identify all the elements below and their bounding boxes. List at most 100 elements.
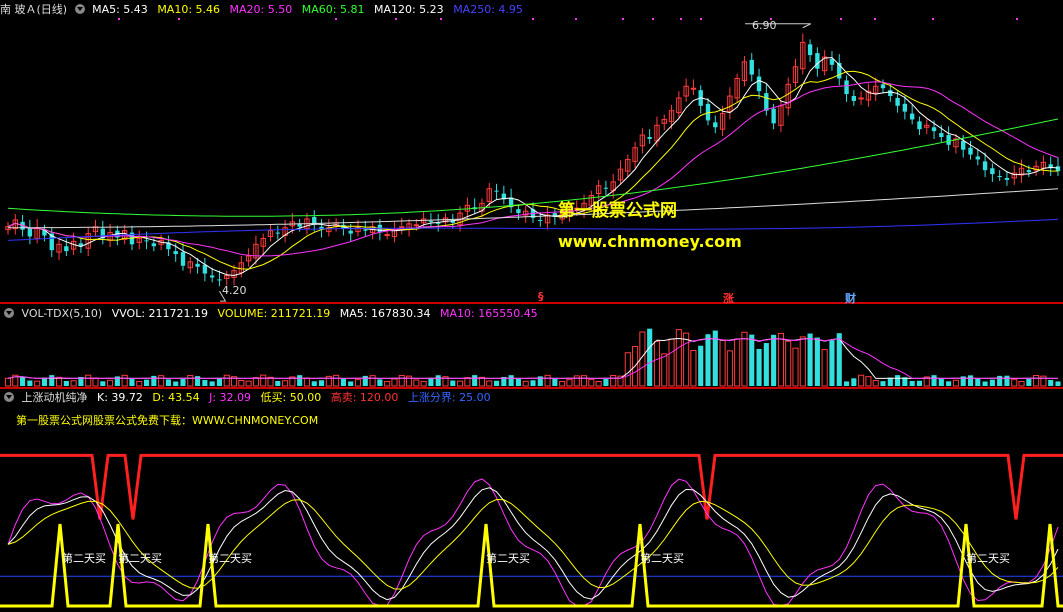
candle-body: [428, 220, 434, 222]
volume-bar: [202, 379, 208, 386]
top-dot: [622, 18, 624, 20]
volume-bar: [851, 378, 857, 386]
volume-bar: [771, 334, 777, 386]
top-dot: [118, 18, 120, 20]
volume-bar: [428, 378, 434, 386]
volume-bar: [165, 379, 171, 386]
candle-body: [946, 135, 951, 145]
candle-body: [939, 133, 944, 138]
volume-bar: [49, 375, 55, 386]
rise-boundary-value: 上涨分界: 25.00: [407, 391, 491, 404]
volume-bar: [756, 348, 762, 386]
vol-ma10-value: MA10: 165550.45: [439, 307, 538, 320]
volume-bar: [952, 379, 959, 387]
chevron-down-icon[interactable]: [4, 392, 14, 402]
candle-body: [815, 53, 820, 69]
volume-bar: [946, 381, 952, 386]
candle-body: [764, 93, 769, 111]
top-dot: [680, 18, 682, 20]
volume-bar: [405, 375, 413, 387]
ma20-line: [7, 81, 1059, 257]
volume-bar: [354, 379, 362, 387]
main-chart-title: 南 玻Ａ(日线): [0, 3, 68, 16]
volume-bar: [398, 374, 405, 387]
volume-bar: [705, 334, 711, 386]
volume-bar: [100, 381, 106, 386]
volume-bar: [1004, 375, 1010, 386]
volume-bar: [1033, 374, 1040, 387]
volume-bar: [311, 381, 317, 386]
candle-body: [895, 97, 900, 106]
signal-label: 第二天买: [118, 552, 162, 565]
volume-bar: [559, 380, 566, 387]
event-marker-finance[interactable]: 财: [845, 290, 856, 306]
volume-bar: [136, 380, 143, 387]
candle-body: [807, 44, 813, 56]
volume-bar: [895, 375, 901, 386]
volume-bar: [245, 380, 252, 387]
volume-bar: [807, 333, 813, 386]
top-dot: [932, 18, 934, 20]
volume-bar: [544, 374, 551, 387]
volume-bar: [450, 380, 456, 386]
volume-bar: [887, 377, 893, 386]
chevron-down-icon[interactable]: [4, 308, 14, 318]
top-dot: [1016, 18, 1018, 20]
volume-bar: [121, 374, 128, 387]
volume-panel-header: VOL-TDX(5,10) VVOL: 211721.19 VOLUME: 21…: [0, 306, 544, 322]
volume-bar: [610, 374, 617, 387]
d-value: D: 43.54: [152, 391, 200, 404]
ma250-value: MA250: 4.95: [453, 3, 523, 16]
signal-label: 第二天买: [640, 552, 684, 565]
low-price-label: 4.20: [222, 284, 247, 297]
event-marker-rise[interactable]: 涨: [723, 290, 734, 306]
volume-bar: [821, 349, 828, 387]
ma60-value: MA60: 5.81: [301, 3, 365, 16]
volume-bar: [566, 379, 573, 387]
ma20-value: MA20: 5.50: [229, 3, 293, 16]
volume-bar: [785, 340, 792, 387]
candle-body: [27, 227, 33, 237]
candle-body: [144, 240, 149, 242]
volume-bar: [173, 381, 179, 386]
volume-bar: [698, 345, 704, 386]
volume-bar: [814, 337, 820, 386]
ma5-line: [7, 57, 1059, 277]
candle-body: [888, 90, 893, 97]
candle-body: [275, 232, 280, 234]
candle-body: [931, 127, 937, 132]
ma5-value: MA5: 5.43: [92, 3, 148, 16]
main-panel-header: 南 玻Ａ(日线) MA5: 5.43 MA10: 5.46 MA20: 5.50…: [0, 2, 529, 18]
volume-bar: [1026, 378, 1032, 386]
volume-bar: [362, 375, 368, 386]
chevron-down-icon[interactable]: [74, 4, 85, 14]
promo-site-url: www.chnmoney.com: [558, 232, 742, 251]
high-sell-value: 高卖: 120.00: [330, 391, 399, 404]
volume-bar: [938, 377, 944, 386]
volume-bar: [391, 378, 398, 387]
candle-body: [713, 122, 718, 128]
volume-bar: [683, 332, 690, 387]
volume-bar: [931, 375, 937, 386]
volume-bar: [435, 375, 441, 386]
volume-bar: [158, 375, 165, 387]
volume-ma5-line: [7, 337, 1058, 379]
volume-bar: [690, 349, 697, 387]
volume-bar: [858, 374, 865, 387]
j-value: J: 32.09: [209, 391, 252, 404]
vvol-value: VVOL: 211721.19: [111, 307, 209, 320]
signal-label: 第二天买: [208, 552, 252, 565]
candle-body: [851, 96, 857, 101]
volume-bar: [297, 375, 303, 386]
volume-bar: [318, 380, 325, 386]
k-line: [7, 487, 1059, 601]
candle-body: [968, 147, 973, 155]
volume-bar: [187, 374, 194, 387]
volume-bar: [522, 380, 529, 387]
event-marker-info[interactable]: §: [538, 290, 544, 303]
volume-bar: [216, 378, 223, 386]
signal-label: 第二天买: [486, 552, 530, 565]
signal-label: 第二天买: [966, 552, 1010, 565]
volume-bar: [997, 375, 1003, 386]
top-dot: [440, 18, 442, 20]
